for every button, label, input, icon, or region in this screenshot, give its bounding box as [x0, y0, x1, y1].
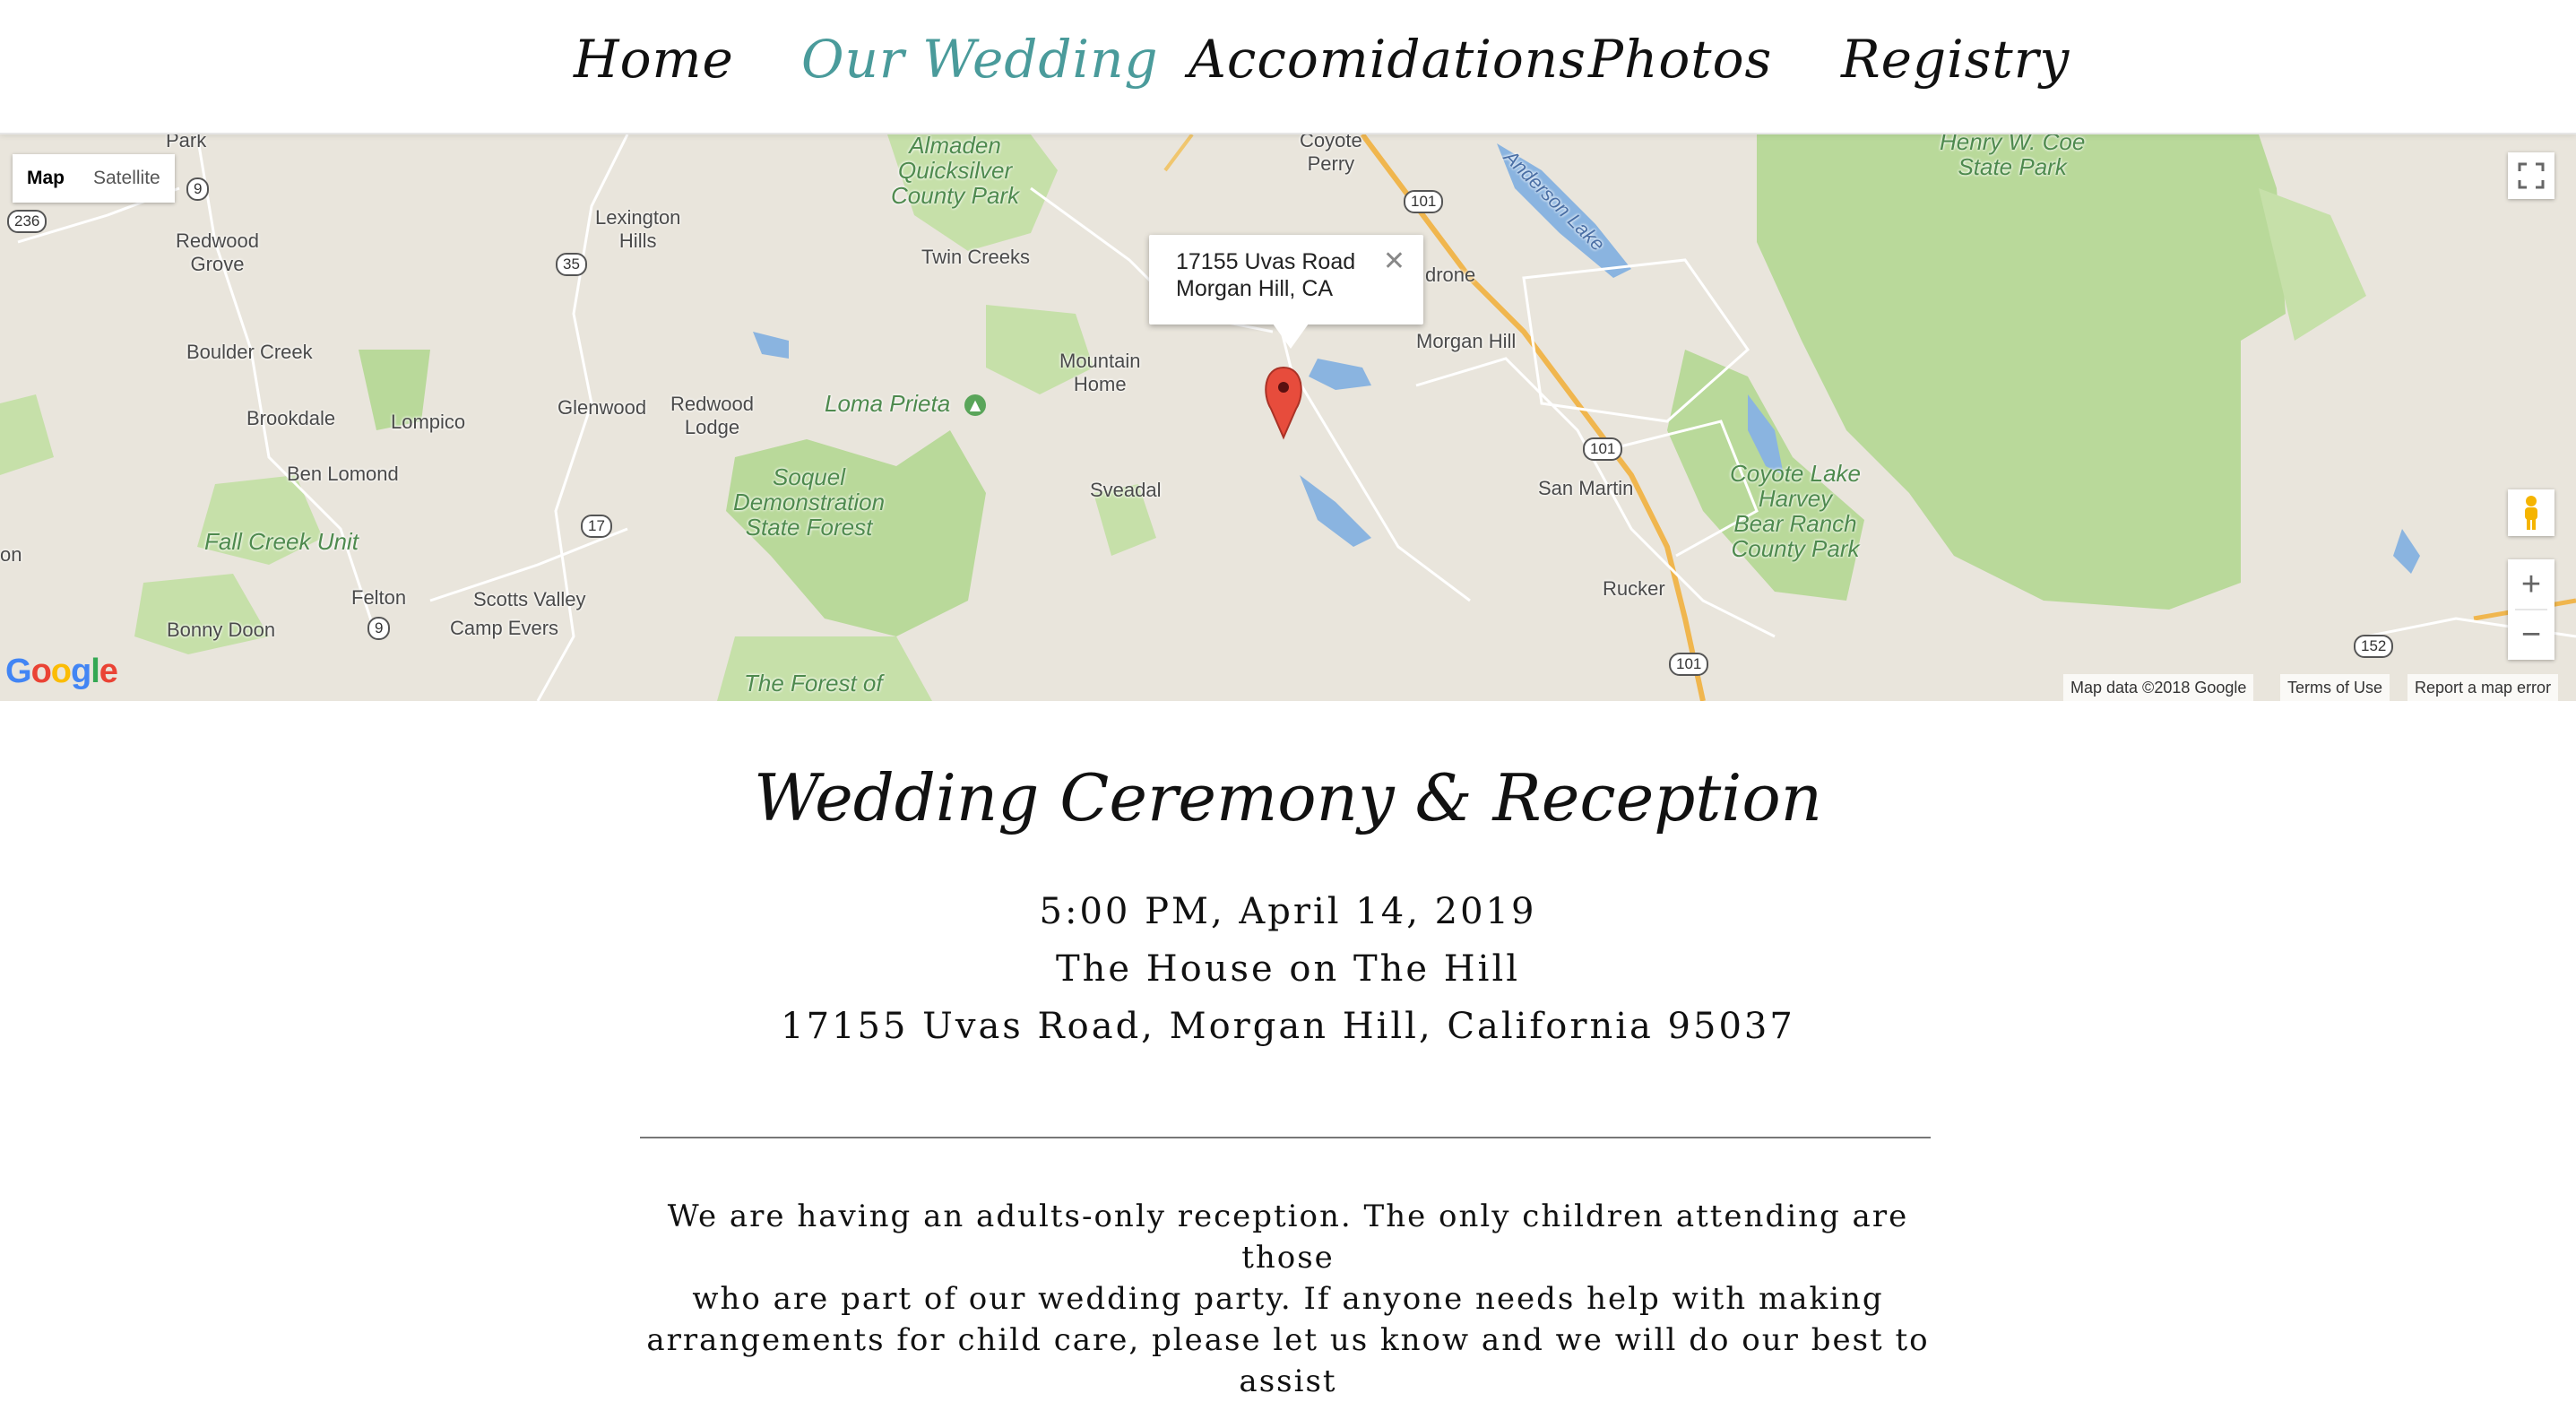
park-label: Loma Prieta: [825, 390, 951, 417]
notice-line: We are having an adults-only reception. …: [667, 1199, 1909, 1276]
event-title: Wedding Ceremony & Reception: [753, 760, 1823, 835]
place-label: Mountain Home: [1059, 350, 1141, 395]
info-window-city-line: Morgan Hill, CA: [1176, 276, 1334, 301]
map-type-satellite-button[interactable]: Satellite: [79, 154, 175, 203]
place-label: Felton: [351, 586, 407, 609]
place-label: Twin Creeks: [921, 246, 1031, 268]
notice-line: arrangements for child care, please let …: [646, 1322, 1930, 1399]
route-shield: 17: [581, 515, 612, 538]
nav-our-wedding[interactable]: Our Wedding: [801, 29, 1159, 90]
park-label: Almaden Quicksilver County Park: [891, 134, 1020, 209]
place-label: San Martin: [1538, 477, 1634, 499]
event-address: 17155 Uvas Road, Morgan Hill, California…: [781, 1006, 1795, 1047]
place-label: drone: [1425, 264, 1476, 286]
info-window-pointer: [1273, 324, 1309, 349]
map-type-map-button[interactable]: Map: [13, 154, 79, 203]
map-marker-icon[interactable]: [1262, 359, 1305, 439]
adults-only-notice: We are having an adults-only reception. …: [627, 1196, 1949, 1402]
place-label: Brookdale: [246, 407, 336, 429]
route-shield: 101: [1669, 653, 1709, 676]
place-label: Camp Evers: [450, 617, 559, 639]
report-map-error-link[interactable]: Report a map error: [2407, 674, 2559, 701]
street-view-pegman-icon[interactable]: [2508, 489, 2554, 536]
place-label: Morgan Hill: [1416, 330, 1517, 352]
place-label: Lexington Hills: [595, 206, 681, 252]
google-logo[interactable]: Google: [5, 653, 118, 691]
place-label: Bonny Doon: [167, 619, 276, 641]
map-info-window: 17155 Uvas Road Morgan Hill, CA ✕: [1149, 235, 1423, 349]
place-label: Boulder Creek: [186, 341, 313, 363]
event-venue: The House on The Hill: [1055, 948, 1521, 990]
terms-of-use-link[interactable]: Terms of Use: [2280, 674, 2390, 701]
nav-accomidations[interactable]: Accomidations: [1189, 29, 1586, 90]
google-map[interactable]: Park Redwood Grove Boulder Creek Brookda…: [0, 134, 2576, 701]
top-navigation: Home Our Wedding Accomidations Photos Re…: [0, 0, 2576, 134]
place-label: Park: [166, 134, 207, 151]
route-shield: 101: [1583, 437, 1623, 461]
place-label: on: [0, 543, 22, 566]
park-label: The Forest of: [744, 670, 883, 697]
route-shield: 35: [556, 253, 587, 276]
peak-icon: ▲: [964, 394, 986, 416]
event-time: 5:00 PM, April 14, 2019: [1039, 891, 1537, 932]
route-shield: 101: [1404, 190, 1444, 213]
place-label: Scotts Valley: [473, 588, 586, 610]
zoom-out-button[interactable]: −: [2521, 610, 2541, 659]
nav-photos[interactable]: Photos: [1588, 29, 1772, 90]
fullscreen-icon[interactable]: [2508, 152, 2554, 199]
close-icon[interactable]: ✕: [1383, 246, 1405, 277]
notice-line: who are part of our wedding party. If an…: [692, 1281, 1884, 1317]
info-window-address-line: 17155 Uvas Road: [1176, 249, 1356, 274]
route-shield: 9: [186, 177, 210, 201]
park-label: Soquel Demonstration State Forest: [733, 463, 886, 541]
place-label: Glenwood: [558, 396, 647, 419]
place-label: Ben Lomond: [287, 463, 399, 485]
place-label: Rucker: [1603, 577, 1665, 600]
zoom-control: + −: [2508, 559, 2554, 660]
place-label: Redwood Lodge: [670, 393, 754, 438]
nav-home[interactable]: Home: [574, 29, 734, 90]
map-data-attribution: Map data ©2018 Google: [2063, 674, 2254, 701]
route-shield: 9: [367, 617, 391, 640]
place-label: Redwood Grove: [176, 229, 259, 275]
park-label: Henry W. Coe State Park: [1940, 134, 2086, 180]
zoom-in-button[interactable]: +: [2521, 560, 2541, 609]
park-label: Coyote Lake Harvey Bear Ranch County Par…: [1730, 460, 1861, 562]
section-divider: [640, 1137, 1931, 1138]
park-label: Fall Creek Unit: [204, 528, 359, 555]
place-label: Coyote Perry: [1300, 134, 1362, 175]
route-shield: 236: [7, 210, 48, 233]
place-label: Sveadal: [1090, 479, 1162, 501]
place-label: Lompico: [391, 411, 466, 433]
nav-registry[interactable]: Registry: [1841, 29, 2070, 90]
map-type-control: Map Satellite: [13, 154, 175, 203]
route-shield: 152: [2354, 635, 2394, 658]
